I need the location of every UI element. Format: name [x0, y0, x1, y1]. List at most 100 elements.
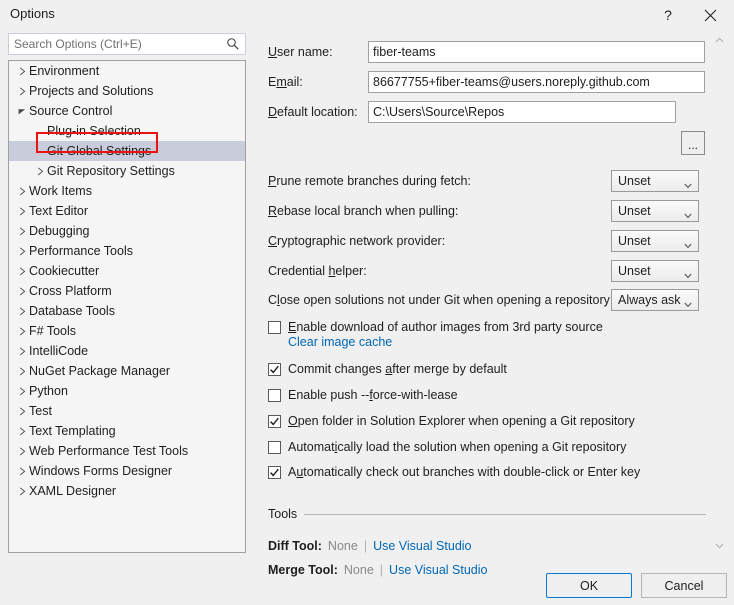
clear-image-cache-link[interactable]: Clear image cache — [288, 335, 392, 349]
tree-item-intellicode[interactable]: IntelliCode — [9, 341, 245, 361]
ok-button[interactable]: OK — [546, 573, 632, 598]
expander-collapsed-icon[interactable] — [15, 207, 29, 216]
expander-collapsed-icon[interactable] — [15, 87, 29, 96]
combo-1[interactable]: Unset — [611, 200, 699, 222]
expander-collapsed-icon[interactable] — [15, 387, 29, 396]
tool-row-1: Merge Tool:None|Use Visual Studio — [268, 563, 487, 577]
combo-selected-value: Always ask — [618, 293, 681, 307]
tree-item-plug-in-selection[interactable]: Plug-in Selection — [9, 121, 245, 141]
search-options-box[interactable] — [8, 33, 246, 55]
help-icon[interactable]: ? — [650, 0, 686, 30]
search-input[interactable] — [14, 37, 214, 51]
combo-2[interactable]: Unset — [611, 230, 699, 252]
checkbox-row-0[interactable]: Enable download of author images from 3r… — [268, 320, 603, 335]
checkbox-row-3[interactable]: Open folder in Solution Explorer when op… — [268, 414, 635, 429]
expander-collapsed-icon[interactable] — [15, 407, 29, 416]
cancel-button[interactable]: Cancel — [641, 573, 727, 598]
tree-item-python[interactable]: Python — [9, 381, 245, 401]
tool-separator: | — [380, 563, 383, 577]
email-label: Email: — [268, 75, 303, 89]
combo-selected-value: Unset — [618, 174, 651, 188]
tool-row-0: Diff Tool:None|Use Visual Studio — [268, 539, 472, 553]
tree-item-label: Windows Forms Designer — [29, 464, 172, 478]
expander-collapsed-icon[interactable] — [15, 347, 29, 356]
checkbox-unchecked-icon[interactable] — [268, 321, 281, 334]
checkbox-unchecked-icon[interactable] — [268, 441, 281, 454]
combo-selected-value: Unset — [618, 234, 651, 248]
checkbox-row-2[interactable]: Enable push --force-with-lease — [268, 388, 458, 403]
tree-item-label: Source Control — [29, 104, 112, 118]
expander-collapsed-icon — [19, 347, 26, 356]
default-location-label: Default location: — [268, 105, 358, 119]
chevron-down-icon — [684, 238, 692, 244]
expander-collapsed-icon[interactable] — [15, 467, 29, 476]
expander-collapsed-icon[interactable] — [15, 67, 29, 76]
expander-collapsed-icon[interactable] — [15, 427, 29, 436]
tree-item-source-control[interactable]: Source Control — [9, 101, 245, 121]
tree-item-text-editor[interactable]: Text Editor — [9, 201, 245, 221]
close-icon[interactable] — [692, 0, 728, 30]
expander-collapsed-icon[interactable] — [33, 167, 47, 176]
checkbox-row-4[interactable]: Automatically load the solution when ope… — [268, 440, 626, 455]
chevron-down-icon[interactable] — [712, 539, 726, 553]
tree-item-git-repository-settings[interactable]: Git Repository Settings — [9, 161, 245, 181]
chevron-up-icon[interactable] — [712, 33, 726, 47]
tree-item-label: F# Tools — [29, 324, 76, 338]
default-location-input[interactable] — [368, 101, 676, 123]
tree-item-label: Performance Tools — [29, 244, 133, 258]
checkbox-row-5[interactable]: Automatically check out branches with do… — [268, 465, 640, 480]
tree-item-performance-tools[interactable]: Performance Tools — [9, 241, 245, 261]
expander-collapsed-icon[interactable] — [15, 187, 29, 196]
expander-collapsed-icon[interactable] — [15, 367, 29, 376]
expander-collapsed-icon[interactable] — [15, 267, 29, 276]
tree-item-debugging[interactable]: Debugging — [9, 221, 245, 241]
browse-ellipsis-icon[interactable]: ... — [681, 131, 705, 155]
options-category-tree[interactable]: EnvironmentProjects and Solutions Source … — [8, 60, 246, 553]
combo-0[interactable]: Unset — [611, 170, 699, 192]
tree-item-test[interactable]: Test — [9, 401, 245, 421]
expander-collapsed-icon[interactable] — [15, 327, 29, 336]
tree-item-web-performance-test-tools[interactable]: Web Performance Test Tools — [9, 441, 245, 461]
combo-4[interactable]: Always ask — [611, 289, 699, 311]
checkbox-row-1[interactable]: Commit changes after merge by default — [268, 362, 507, 377]
tree-item-environment[interactable]: Environment — [9, 61, 245, 81]
combo-3[interactable]: Unset — [611, 260, 699, 282]
expander-collapsed-icon[interactable] — [15, 487, 29, 496]
tree-item-f-tools[interactable]: F# Tools — [9, 321, 245, 341]
expander-collapsed-icon — [19, 287, 26, 296]
checkbox-unchecked-icon[interactable] — [268, 389, 281, 402]
expander-collapsed-icon[interactable] — [15, 307, 29, 316]
tree-item-cookiecutter[interactable]: Cookiecutter — [9, 261, 245, 281]
expander-collapsed-icon[interactable] — [15, 247, 29, 256]
tree-item-git-global-settings[interactable]: Git Global Settings — [9, 141, 245, 161]
tree-item-label: Text Templating — [29, 424, 116, 438]
tree-item-work-items[interactable]: Work Items — [9, 181, 245, 201]
tree-item-cross-platform[interactable]: Cross Platform — [9, 281, 245, 301]
search-icon — [226, 37, 240, 51]
tree-item-windows-forms-designer[interactable]: Windows Forms Designer — [9, 461, 245, 481]
tree-item-label: Python — [29, 384, 68, 398]
tree-item-label: Database Tools — [29, 304, 115, 318]
checkbox-checked-icon[interactable] — [268, 466, 281, 479]
tool-value: None — [328, 539, 358, 553]
tree-item-nuget-package-manager[interactable]: NuGet Package Manager — [9, 361, 245, 381]
user-name-input[interactable] — [368, 41, 705, 63]
expander-collapsed-icon[interactable] — [15, 287, 29, 296]
tree-item-xaml-designer[interactable]: XAML Designer — [9, 481, 245, 501]
checkbox-checked-icon[interactable] — [268, 363, 281, 376]
tree-item-text-templating[interactable]: Text Templating — [9, 421, 245, 441]
expander-collapsed-icon[interactable] — [15, 447, 29, 456]
checkbox-label: Open folder in Solution Explorer when op… — [288, 414, 635, 429]
tree-item-label: IntelliCode — [29, 344, 88, 358]
tree-item-database-tools[interactable]: Database Tools — [9, 301, 245, 321]
expander-expanded-icon[interactable] — [15, 108, 29, 115]
tree-item-projects-and-solutions[interactable]: Projects and Solutions — [9, 81, 245, 101]
expander-collapsed-icon[interactable] — [15, 227, 29, 236]
checkbox-label: Automatically load the solution when ope… — [288, 440, 626, 455]
checkbox-checked-icon[interactable] — [268, 415, 281, 428]
right-pane-scrollbar[interactable] — [712, 33, 726, 553]
use-visual-studio-link[interactable]: Use Visual Studio — [373, 539, 471, 553]
expander-collapsed-icon — [19, 387, 26, 396]
use-visual-studio-link[interactable]: Use Visual Studio — [389, 563, 487, 577]
email-input[interactable] — [368, 71, 705, 93]
